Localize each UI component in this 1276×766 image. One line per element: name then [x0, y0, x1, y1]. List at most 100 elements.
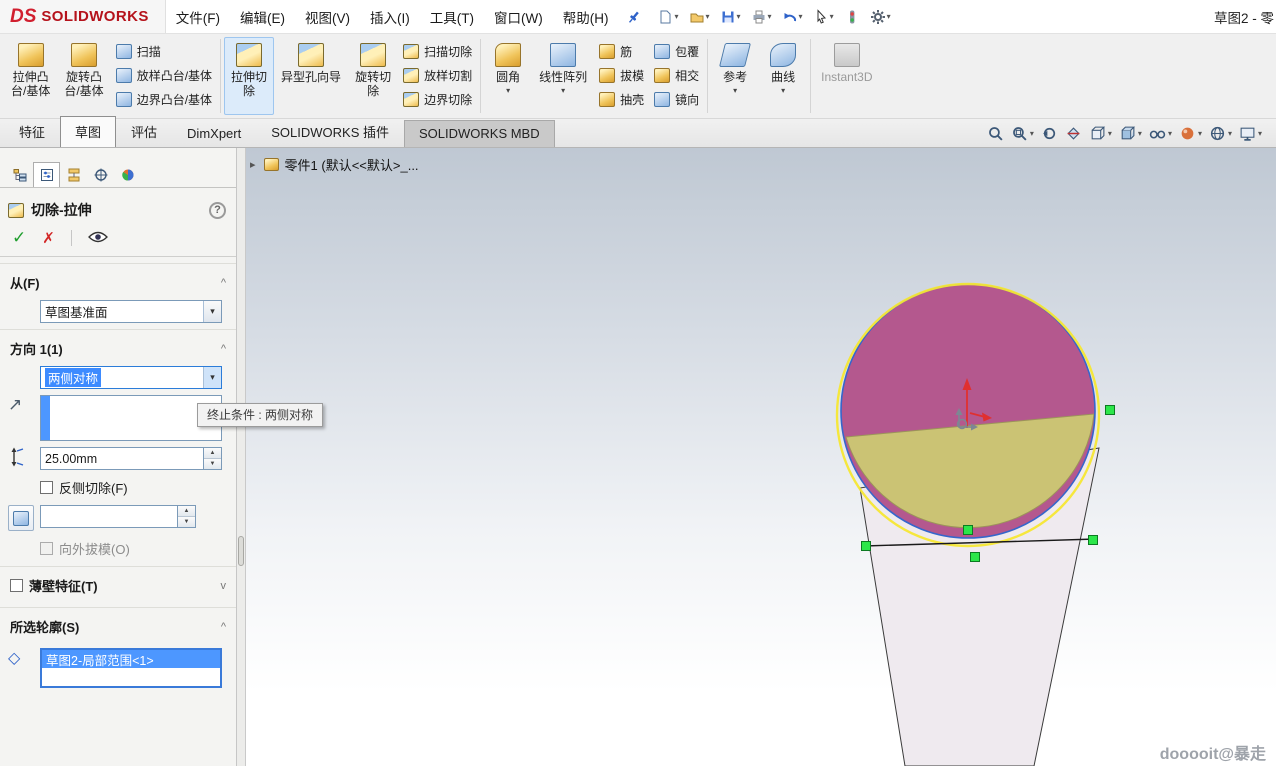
tab-mbd[interactable]: SOLIDWORKS MBD	[404, 120, 555, 147]
display-style-button[interactable]: ▾	[1119, 125, 1142, 142]
display-manager-tab[interactable]	[114, 162, 141, 187]
boundary-cut-button[interactable]: 边界切除	[403, 91, 472, 108]
selection-handle[interactable]	[964, 526, 973, 535]
help-button[interactable]: ?	[209, 202, 226, 219]
new-document-button[interactable]: ▾	[654, 6, 681, 28]
fillet-dropdown-icon[interactable]: ▾	[506, 86, 510, 95]
feature-tree-tab[interactable]	[6, 162, 33, 187]
linear-pattern-button[interactable]: 线性阵列 ▾	[532, 37, 594, 115]
depth-spin-down-icon[interactable]: ▼	[204, 458, 221, 469]
flip-side-checkbox-row[interactable]: 反侧切除(F)	[40, 478, 236, 497]
appearance-dropdown-icon[interactable]: ▾	[1198, 129, 1202, 138]
swept-cut-button[interactable]: 扫描切除	[403, 43, 472, 60]
revolved-boss-button[interactable]: 旋转凸 台/基体	[57, 37, 110, 115]
flip-side-checkbox[interactable]	[40, 481, 53, 494]
wrap-button[interactable]: 包覆	[654, 43, 699, 60]
section-selected-contours[interactable]: 所选轮廓(S) ^	[0, 607, 236, 642]
ok-button[interactable]: ✓	[12, 228, 26, 248]
contour-list-item[interactable]: 草图2-局部范围<1>	[42, 650, 220, 668]
instant3d-button[interactable]: Instant3D	[814, 37, 879, 115]
lofted-boss-button[interactable]: 放样凸台/基体	[116, 67, 212, 84]
hide-show-dropdown-icon[interactable]: ▾	[1168, 129, 1172, 138]
view-settings-dropdown-icon[interactable]: ▾	[1258, 129, 1262, 138]
revolved-cut-button[interactable]: 旋转切 除	[348, 37, 398, 115]
property-manager-tab[interactable]	[33, 162, 60, 187]
undo-button[interactable]: ▾	[779, 6, 806, 28]
section-thin-feature[interactable]: 薄壁特征(T) v	[0, 566, 236, 601]
from-combobox[interactable]: 草图基准面 ▾	[40, 300, 222, 323]
draft-outward-checkbox-row[interactable]: 向外拔模(O)	[40, 539, 236, 558]
scene-dropdown-icon[interactable]: ▾	[1228, 129, 1232, 138]
fillet-button[interactable]: 圆角 ▾	[484, 37, 532, 115]
hide-show-items-button[interactable]: ▾	[1149, 125, 1172, 142]
reference-dropdown-icon[interactable]: ▾	[733, 86, 737, 95]
extruded-cut-button[interactable]: 拉伸切 除	[224, 37, 274, 115]
options-dropdown-icon[interactable]: ▾	[887, 12, 891, 21]
lofted-cut-button[interactable]: 放样切割	[403, 67, 472, 84]
part-tree-root[interactable]: 零件1 (默认<<默认>_...	[285, 155, 419, 174]
selection-handle[interactable]	[971, 553, 980, 562]
swept-boss-button[interactable]: 扫描	[116, 43, 212, 60]
open-dropdown-icon[interactable]: ▾	[706, 12, 710, 21]
new-document-dropdown-icon[interactable]: ▾	[674, 12, 678, 21]
preview-eye-button[interactable]	[88, 230, 108, 247]
selection-handle[interactable]	[862, 542, 871, 551]
menu-view[interactable]: 视图(V)	[295, 0, 360, 33]
tab-evaluate[interactable]: 评估	[116, 116, 172, 147]
intersect-button[interactable]: 相交	[654, 67, 699, 84]
menu-edit[interactable]: 编辑(E)	[230, 0, 295, 33]
selection-handle[interactable]	[1089, 536, 1098, 545]
apply-scene-button[interactable]: ▾	[1209, 125, 1232, 142]
depth-spin-up-icon[interactable]: ▲	[204, 448, 221, 458]
draft-outward-checkbox[interactable]	[40, 542, 53, 555]
tab-dimxpert[interactable]: DimXpert	[172, 120, 256, 147]
zoom-area-button[interactable]: ▾	[1011, 125, 1034, 142]
view-settings-button[interactable]: ▾	[1239, 125, 1262, 142]
boundary-boss-button[interactable]: 边界凸台/基体	[116, 91, 212, 108]
draft-angle-input[interactable]	[40, 505, 178, 528]
from-combo-arrow-icon[interactable]: ▾	[203, 301, 221, 322]
save-dropdown-icon[interactable]: ▾	[737, 12, 741, 21]
end-condition-combobox[interactable]: 两侧对称 ▾	[40, 366, 222, 389]
menu-file[interactable]: 文件(F)	[166, 0, 230, 33]
zoom-dropdown-icon[interactable]: ▾	[1030, 129, 1034, 138]
view-orientation-dropdown-icon[interactable]: ▾	[1108, 129, 1112, 138]
view-orientation-button[interactable]: ▾	[1089, 125, 1112, 142]
save-button[interactable]: ▾	[717, 6, 744, 28]
end-condition-combo-arrow-icon[interactable]: ▾	[203, 367, 221, 388]
depth-input[interactable]: 25.00mm	[40, 447, 204, 470]
curves-button[interactable]: 曲线 ▾	[759, 37, 807, 115]
open-button[interactable]: ▾	[686, 6, 713, 28]
linear-pattern-dropdown-icon[interactable]: ▾	[561, 86, 565, 95]
dimxpert-manager-tab[interactable]	[87, 162, 114, 187]
menu-tools[interactable]: 工具(T)	[420, 0, 484, 33]
tab-features[interactable]: 特征	[4, 116, 60, 147]
mirror-button[interactable]: 镜向	[654, 91, 699, 108]
cancel-button[interactable]: ✗	[42, 229, 55, 247]
draft-spin-up-icon[interactable]: ▲	[178, 506, 195, 516]
contours-collapse-icon[interactable]: ^	[221, 621, 226, 633]
pin-menu-icon[interactable]	[626, 9, 642, 25]
rib-button[interactable]: 筋	[599, 43, 644, 60]
thin-feature-checkbox[interactable]	[10, 579, 23, 592]
section-from[interactable]: 从(F) ^	[0, 263, 236, 298]
depth-spinner[interactable]: 25.00mm ▲ ▼	[40, 447, 222, 470]
curves-dropdown-icon[interactable]: ▾	[781, 86, 785, 95]
contours-selection-box[interactable]: 草图2-局部范围<1>	[40, 648, 222, 688]
display-style-dropdown-icon[interactable]: ▾	[1138, 129, 1142, 138]
print-button[interactable]: ▾	[748, 6, 775, 28]
direction-selection-box[interactable]	[40, 395, 222, 441]
options-button[interactable]: ▾	[867, 6, 894, 28]
configuration-manager-tab[interactable]	[60, 162, 87, 187]
direction1-collapse-icon[interactable]: ^	[221, 343, 226, 355]
edit-appearance-button[interactable]: ▾	[1179, 125, 1202, 142]
flyout-expand-icon[interactable]: ▸	[248, 158, 258, 171]
undo-dropdown-icon[interactable]: ▾	[799, 12, 803, 21]
selection-handle[interactable]	[1106, 406, 1115, 415]
select-button[interactable]: ▾	[810, 6, 837, 28]
tab-sketch[interactable]: 草图	[60, 116, 116, 147]
splitter-grip[interactable]	[238, 536, 244, 566]
section-direction1[interactable]: 方向 1(1) ^	[0, 329, 236, 364]
tab-addins[interactable]: SOLIDWORKS 插件	[256, 116, 404, 147]
shell-button[interactable]: 抽壳	[599, 91, 644, 108]
